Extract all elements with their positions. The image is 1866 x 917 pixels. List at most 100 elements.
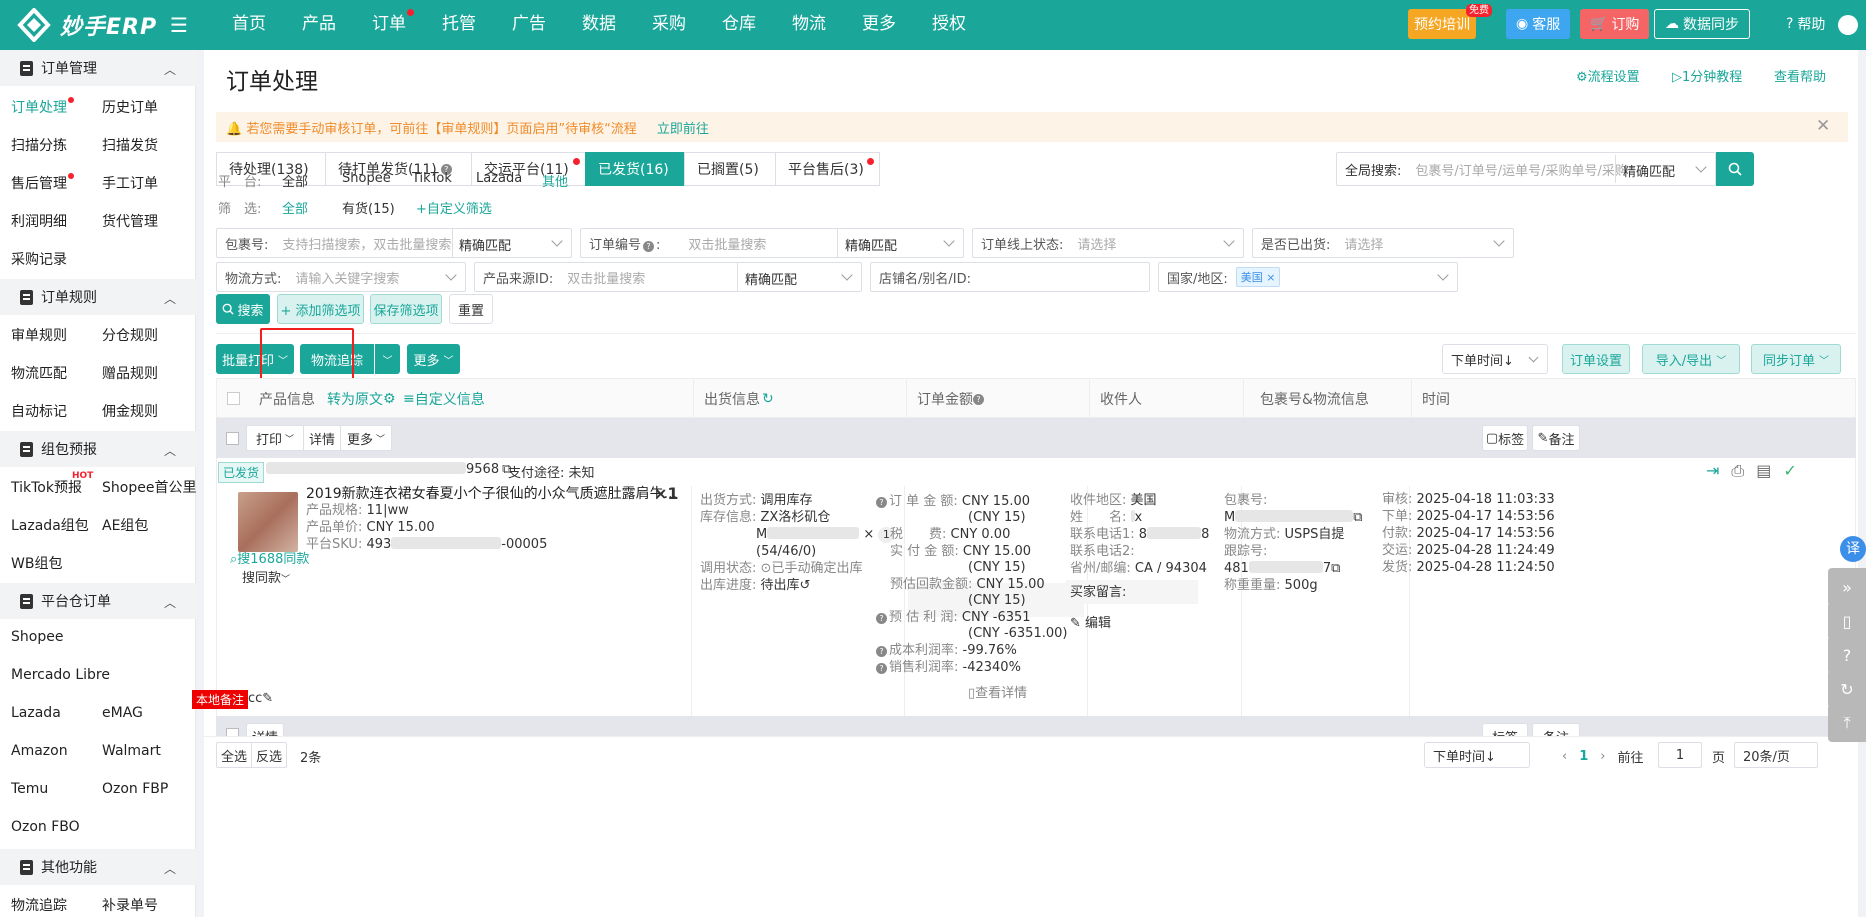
sidebar-item-shopee-firstmile[interactable]: Shopee首公里 xyxy=(102,477,196,497)
platform-other[interactable]: 其他 xyxy=(542,171,568,190)
invert-select-button[interactable]: 反选 xyxy=(251,742,287,768)
order-checkbox[interactable] xyxy=(226,432,239,445)
sidebar-item-walmart[interactable]: Walmart xyxy=(102,743,161,759)
similar-link[interactable]: 搜同款﹀ xyxy=(242,567,290,586)
prev-page-icon[interactable]: ‹ xyxy=(1562,749,1567,764)
sidebar-item-supplement-number[interactable]: 补录单号 xyxy=(102,895,158,915)
help-button[interactable]: ? 帮助 xyxy=(1776,9,1835,39)
platform-tiktok[interactable]: TikTok xyxy=(412,171,452,186)
country-filter[interactable]: 国家/地区: 美国 × xyxy=(1158,262,1458,292)
detail-button[interactable]: 详情 xyxy=(303,425,341,451)
more-dropdown[interactable]: 更多 ﹀ xyxy=(340,425,392,451)
nav-data[interactable]: 数据 xyxy=(564,0,634,50)
print-dropdown[interactable]: 打印 ﹀ xyxy=(246,425,304,451)
import-export-button[interactable]: 导入/导出 ﹀ xyxy=(1642,344,1740,374)
label-button[interactable]: 标签 xyxy=(1482,723,1528,736)
custom-filter-link[interactable]: +自定义筛选 xyxy=(416,198,492,217)
check-circle-icon[interactable]: ✓ xyxy=(1783,461,1796,481)
sidebar-item-logistics-match[interactable]: 物流匹配 xyxy=(11,363,67,383)
tab-on-hold[interactable]: 已搁置(5) xyxy=(684,152,776,186)
sidebar-item-shopee[interactable]: Shopee xyxy=(11,629,63,645)
sync-orders-button[interactable]: 同步订单 ﹀ xyxy=(1751,344,1841,374)
sidebar-section-platform-wh[interactable]: 平台仓订单 ︿ xyxy=(0,583,196,619)
user-avatar[interactable] xyxy=(1838,15,1858,35)
sidebar-item-manual-order[interactable]: 手工订单 xyxy=(102,173,158,193)
search-button[interactable]: 搜索 xyxy=(216,294,270,324)
sidebar-item-temu[interactable]: Temu xyxy=(11,781,48,797)
global-search-input[interactable]: 包裹号/订单号/运单号/采购单号/采购物流单号 xyxy=(1409,160,1625,179)
current-page[interactable]: 1 xyxy=(1579,749,1588,764)
label-button[interactable]: ▢ 标签 xyxy=(1482,425,1528,451)
copy-icon[interactable]: ⧉ xyxy=(1353,510,1362,525)
sidebar-item-commission-rules[interactable]: 佣金规则 xyxy=(102,401,158,421)
subscribe-button[interactable]: 🛒 订购 xyxy=(1580,9,1650,39)
sidebar-item-emag[interactable]: eMAG xyxy=(102,705,143,721)
sidebar-section-order-rules[interactable]: 订单规则 ︿ xyxy=(0,279,196,315)
nav-auth[interactable]: 授权 xyxy=(914,0,984,50)
nav-purchase[interactable]: 采购 xyxy=(634,0,704,50)
sidebar-item-lazada[interactable]: Lazada xyxy=(11,705,61,721)
clipboard-icon[interactable]: ▤ xyxy=(1756,461,1771,481)
sidebar-item-order-processing[interactable]: 订单处理 xyxy=(11,97,67,117)
detail-button[interactable]: 详情 xyxy=(246,723,284,736)
export-icon[interactable]: ⇥ xyxy=(1706,461,1719,481)
footer-sort-select[interactable]: 下单时间↓ xyxy=(1424,742,1530,768)
tutorial-link[interactable]: ▷1分钟教程 xyxy=(1672,66,1742,85)
sidebar-item-warehouse-rules[interactable]: 分仓规则 xyxy=(102,325,158,345)
note-button[interactable]: 备注 xyxy=(1532,723,1580,736)
sort-select[interactable]: 下单时间↓ xyxy=(1442,344,1548,374)
sidebar-item-after-sales[interactable]: 售后管理 xyxy=(11,173,67,193)
package-no-input[interactable]: 支持扫描搜索，双击批量搜索 xyxy=(276,234,451,253)
tab-after-sales[interactable]: 平台售后(3) xyxy=(775,152,880,186)
view-help-link[interactable]: 查看帮助 xyxy=(1774,66,1826,85)
note-button[interactable]: ✎ 备注 xyxy=(1532,425,1580,451)
refresh-icon[interactable]: ↻ xyxy=(762,391,774,407)
more-actions-button[interactable]: 更多 ﹀ xyxy=(407,344,460,374)
sidebar-item-scan-sort[interactable]: 扫描分拣 xyxy=(11,135,67,155)
custom-info-link[interactable]: ≡ 自定义信息 xyxy=(403,379,485,419)
refresh-icon[interactable]: ↻ xyxy=(1828,670,1866,708)
data-sync-button[interactable]: ☁ 数据同步 xyxy=(1654,9,1750,39)
global-search-button[interactable] xyxy=(1716,152,1754,186)
printer-icon[interactable]: ⎙ xyxy=(1731,461,1744,481)
sidebar-item-logistics-tracking[interactable]: 物流追踪 xyxy=(11,895,67,915)
sidebar-item-scan-ship[interactable]: 扫描发货 xyxy=(102,135,158,155)
next-page-icon[interactable]: › xyxy=(1600,749,1605,764)
sidebar-item-profit-detail[interactable]: 利润明细 xyxy=(11,211,67,231)
nav-ads[interactable]: 广告 xyxy=(494,0,564,50)
sidebar-item-wb-pack[interactable]: WB组包 xyxy=(11,553,62,573)
sidebar-item-ozon-fbp[interactable]: Ozon FBP xyxy=(102,781,168,797)
question-icon[interactable]: ? xyxy=(1828,636,1866,674)
filter-all[interactable]: 全部 xyxy=(282,198,308,217)
goto-page-input[interactable]: 1 xyxy=(1658,742,1702,768)
sidebar-item-review-rules[interactable]: 审单规则 xyxy=(11,325,67,345)
sidebar-section-other[interactable]: 其他功能 ︿ xyxy=(0,849,196,885)
sidebar-item-forwarder[interactable]: 货代管理 xyxy=(102,211,158,231)
expand-icon[interactable]: » xyxy=(1828,568,1866,606)
nav-more[interactable]: 更多 xyxy=(844,0,914,50)
sidebar-section-order-mgmt[interactable]: 订单管理 ︿ xyxy=(0,50,196,86)
sidebar-item-ae-pack[interactable]: AE组包 xyxy=(102,515,148,535)
nav-warehouse[interactable]: 仓库 xyxy=(704,0,774,50)
translate-float-button[interactable]: 译 xyxy=(1840,536,1866,562)
sidebar-item-mercado[interactable]: Mercado Libre xyxy=(11,667,110,683)
order-no-input[interactable]: 双击批量搜索 xyxy=(682,234,766,253)
match-select[interactable]: 精确匹配 xyxy=(1623,161,1675,180)
add-filter-button[interactable]: + 添加筛选项 xyxy=(277,294,364,324)
close-icon[interactable]: ✕ xyxy=(1816,116,1830,136)
shop-filter[interactable]: 店铺名/别名/ID: xyxy=(870,262,1150,292)
nav-home[interactable]: 首页 xyxy=(214,0,284,50)
back-to-top-icon[interactable]: ⤒ xyxy=(1828,704,1866,742)
find-1688-link[interactable]: ⌕搜1688同款 xyxy=(230,548,309,567)
mobile-icon[interactable]: ▯ xyxy=(1828,602,1866,640)
order-checkbox[interactable] xyxy=(226,728,239,736)
nav-products[interactable]: 产品 xyxy=(284,0,354,50)
sidebar-item-history-orders[interactable]: 历史订单 xyxy=(102,97,158,117)
nav-managed[interactable]: 托管 xyxy=(424,0,494,50)
select-all-checkbox[interactable] xyxy=(227,392,240,405)
logistics-tracking-dropdown[interactable]: ﹀ xyxy=(375,344,400,374)
edit-recipient-link[interactable]: ✎ 编辑 xyxy=(1070,612,1111,631)
country-tag[interactable]: 美国 × xyxy=(1235,267,1281,287)
view-detail-link[interactable]: ▯查看详情 xyxy=(968,682,1027,701)
online-status-filter[interactable]: 订单线上状态: 请选择 xyxy=(972,228,1244,258)
